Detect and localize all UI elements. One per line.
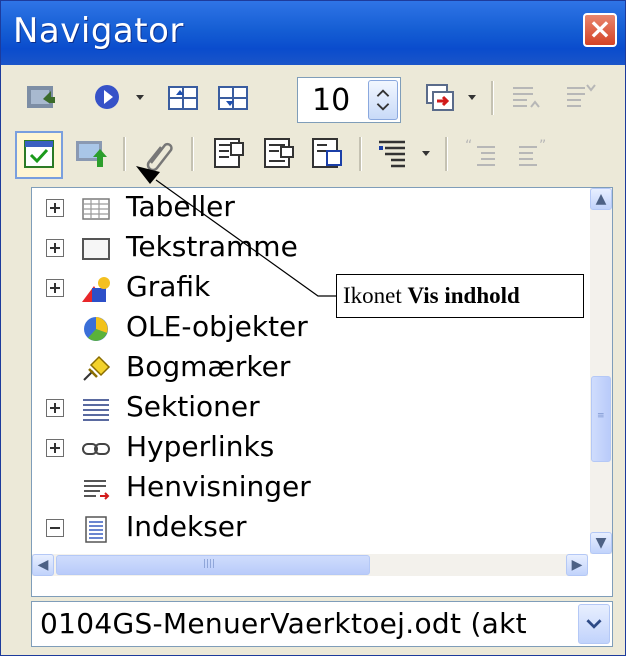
hyperlink-icon: [80, 434, 112, 464]
callout-text: Ikonet Vis indhold: [343, 283, 520, 309]
set-reminder-icon[interactable]: [71, 133, 111, 173]
navigator-window: Navigator × 10 “ ” Tabeller Tekstramme G…: [0, 0, 626, 656]
chevron-down-icon[interactable]: [465, 90, 479, 104]
next-icon[interactable]: [213, 77, 253, 117]
promote-chapter-icon[interactable]: “: [461, 133, 501, 173]
tree-item-tabeller[interactable]: Tabeller: [32, 188, 572, 228]
grip-icon: ≡: [597, 411, 605, 421]
expand-icon[interactable]: [46, 439, 64, 457]
scroll-down-button[interactable]: ▼: [590, 532, 612, 554]
document-selector[interactable]: 0104GS-MenuerVaerktoej.odt (akt: [31, 601, 613, 647]
separator: [123, 137, 126, 171]
expand-icon[interactable]: [46, 239, 64, 257]
title-bar[interactable]: Navigator ×: [1, 1, 625, 65]
tree-item-bogmaerker[interactable]: Bogmærker: [32, 348, 572, 388]
frame-icon: [80, 234, 112, 264]
tree-item-hyperlinks[interactable]: Hyperlinks: [32, 428, 572, 468]
toggle-icon[interactable]: [21, 77, 61, 117]
graphics-icon: [80, 274, 112, 304]
drag-mode-icon[interactable]: [419, 77, 459, 117]
spin-value: 10: [312, 83, 351, 118]
separator: [491, 81, 494, 115]
tree-item-label: Grafik: [126, 270, 211, 303]
demote-level-icon[interactable]: [559, 77, 599, 117]
tree-item-label: Tabeller: [126, 190, 235, 223]
tree-item-indekser[interactable]: Indekser: [32, 508, 572, 548]
separator: [445, 137, 448, 171]
table-icon: [80, 194, 112, 224]
tree-item-label: Bogmærker: [126, 350, 291, 383]
scroll-left-button[interactable]: ◀: [32, 554, 54, 576]
level-spinbox[interactable]: 10: [297, 77, 401, 123]
tree-item-henvisninger[interactable]: Henvisninger: [32, 468, 572, 508]
horizontal-scroll-thumb[interactable]: ||||: [56, 555, 370, 575]
scroll-up-button[interactable]: ▲: [590, 188, 612, 210]
anchor-icon[interactable]: [307, 133, 347, 173]
spin-buttons[interactable]: [368, 80, 398, 120]
tree-item-label: Tekstramme: [126, 230, 298, 263]
callout-prefix: Ikonet: [343, 283, 408, 308]
navigation-icon[interactable]: [87, 77, 127, 117]
footer-icon[interactable]: [259, 133, 299, 173]
tree-item-label: Indekser: [126, 510, 247, 543]
ole-object-icon: [80, 314, 112, 344]
reference-icon: [80, 474, 112, 504]
previous-icon[interactable]: [163, 77, 203, 117]
promote-level-icon[interactable]: [505, 77, 545, 117]
header-icon[interactable]: [209, 133, 249, 173]
callout-box: Ikonet Vis indhold: [336, 274, 584, 318]
document-selector-value: 0104GS-MenuerVaerktoej.odt (akt: [40, 607, 527, 640]
edit-icon[interactable]: [139, 133, 179, 173]
content-view-icon[interactable]: [19, 133, 59, 173]
separator: [191, 137, 194, 171]
close-button[interactable]: ×: [583, 13, 617, 47]
callout-bold: Vis indhold: [407, 283, 520, 308]
tree-item-sektioner[interactable]: Sektioner: [32, 388, 572, 428]
bookmark-icon: [80, 354, 112, 384]
document-dropdown-button[interactable]: [578, 604, 610, 644]
content-tree[interactable]: Tabeller Tekstramme Grafik OLE-objekter …: [31, 187, 613, 597]
toolbar-row-2: “ ”: [15, 129, 611, 181]
collapse-icon[interactable]: [46, 519, 64, 537]
index-icon: [80, 514, 112, 544]
scroll-right-button[interactable]: ▶: [566, 554, 588, 576]
vertical-scrollbar[interactable]: ▲ ≡ ▼: [590, 188, 612, 554]
section-icon: [80, 394, 112, 424]
heading-levels-icon[interactable]: [373, 133, 413, 173]
svg-text:“: “: [465, 138, 472, 154]
chevron-down-icon[interactable]: [419, 146, 433, 160]
tree-item-label: OLE-objekter: [126, 310, 308, 343]
expand-icon[interactable]: [46, 399, 64, 417]
svg-text:”: ”: [539, 138, 546, 154]
tree-item-label: Sektioner: [126, 390, 260, 423]
tree-item-tekstramme[interactable]: Tekstramme: [32, 228, 572, 268]
chevron-down-icon: [586, 619, 602, 629]
tree-item-label: Henvisninger: [126, 470, 311, 503]
expand-icon[interactable]: [46, 199, 64, 217]
chevron-down-icon[interactable]: [133, 90, 147, 104]
separator: [359, 137, 362, 171]
grip-icon: ||||: [203, 559, 216, 569]
vertical-scroll-thumb[interactable]: ≡: [591, 376, 611, 462]
demote-chapter-icon[interactable]: ”: [513, 133, 553, 173]
horizontal-scrollbar[interactable]: ◀ |||| ▶: [32, 554, 588, 576]
toolbar-row-1: 10: [15, 73, 611, 125]
window-title: Navigator: [13, 11, 184, 51]
expand-icon[interactable]: [46, 279, 64, 297]
tree-item-label: Hyperlinks: [126, 430, 275, 463]
